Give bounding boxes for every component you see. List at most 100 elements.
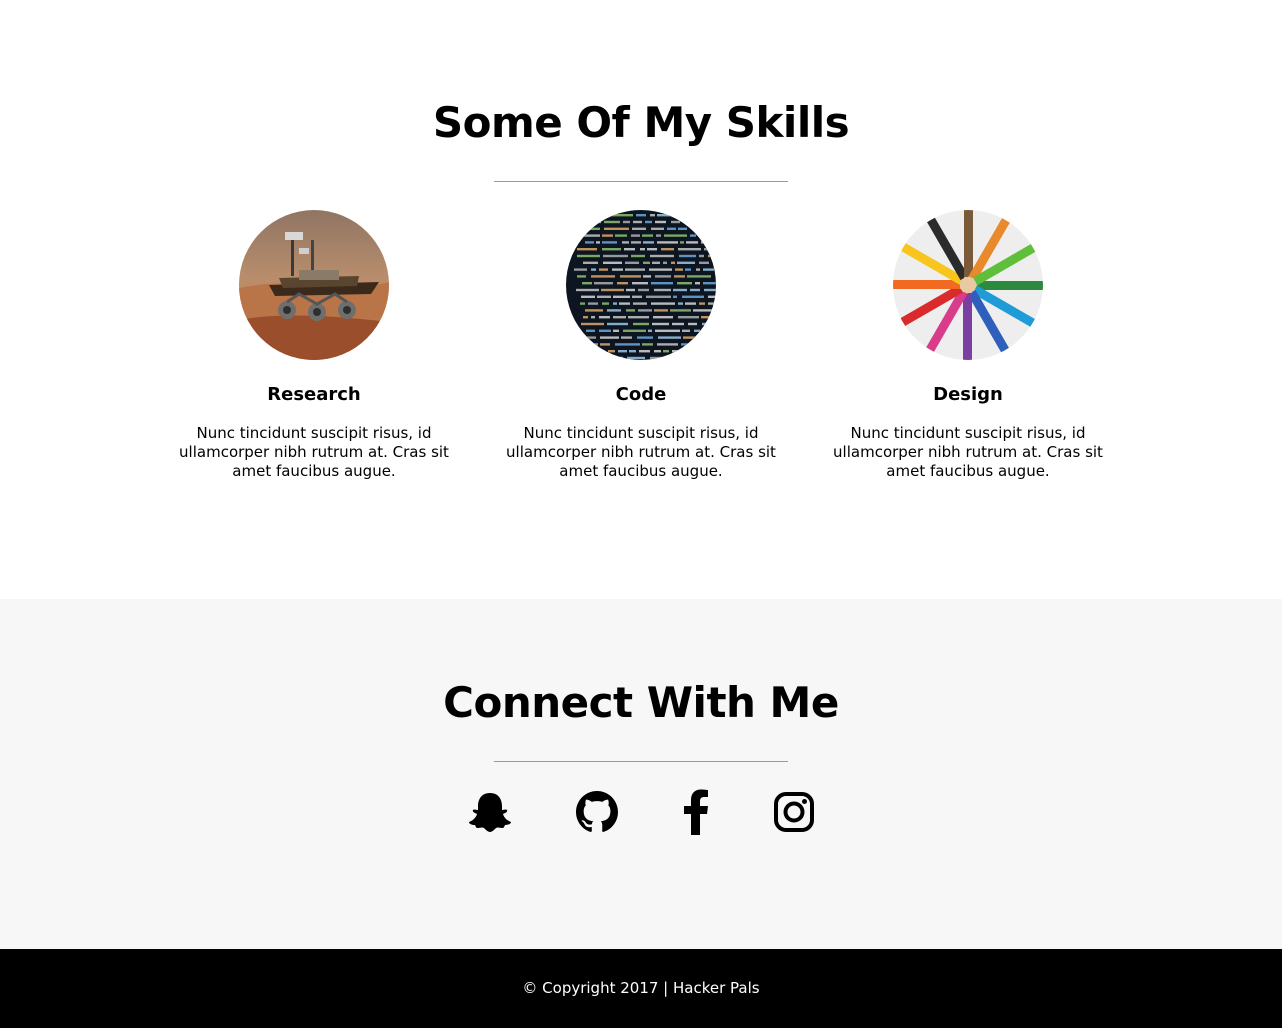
- code-texture-mark: [581, 322, 604, 326]
- code-texture-mark: [643, 275, 651, 278]
- code-texture-mark: [577, 248, 597, 251]
- code-texture-mark: [637, 336, 653, 339]
- code-texture-mark: [627, 356, 645, 360]
- skill-description: Nunc tincidunt suscipit risus, id ullamc…: [833, 424, 1103, 480]
- code-texture-mark: [596, 241, 600, 244]
- code-texture-mark: [632, 295, 642, 298]
- code-texture-mark: [654, 350, 661, 353]
- code-texture-mark: [642, 234, 653, 237]
- code-texture-mark: [585, 309, 603, 312]
- code-texture-mark: [678, 302, 683, 305]
- skill-title: Research: [267, 384, 361, 405]
- code-texture-mark: [603, 254, 628, 258]
- footer: © Copyright 2017 | Hacker Pals: [0, 949, 1282, 1028]
- code-texture-mark: [604, 220, 620, 224]
- code-texture-mark: [617, 282, 628, 285]
- code-texture-mark: [581, 295, 595, 298]
- code-texture-mark: [631, 241, 641, 244]
- code-texture-mark: [680, 241, 684, 244]
- code-texture-mark: [657, 214, 675, 217]
- code-texture-mark: [577, 275, 586, 278]
- code-texture-mark: [681, 343, 702, 346]
- code-texture-mark: [648, 329, 652, 332]
- connect-section: Connect With Me: [0, 599, 1282, 949]
- skill-title: Design: [933, 384, 1003, 405]
- code-texture-mark: [618, 350, 627, 353]
- code-texture-mark: [591, 268, 596, 271]
- code-texture-mark: [576, 220, 601, 224]
- instagram-icon[interactable]: [771, 789, 817, 835]
- code-texture-mark: [695, 282, 700, 285]
- code-texture-mark: [602, 234, 613, 237]
- code-texture-mark: [585, 241, 594, 244]
- code-texture-mark: [694, 329, 700, 332]
- facebook-icon[interactable]: [673, 789, 719, 835]
- code-texture-mark: [691, 350, 713, 353]
- code-texture-mark: [693, 309, 713, 312]
- code-texture-mark: [686, 241, 698, 244]
- code-texture-mark: [690, 288, 700, 292]
- code-texture-mark: [673, 295, 677, 298]
- code-texture-mark: [591, 316, 595, 319]
- code-texture-mark: [654, 288, 671, 292]
- code-texture-mark: [623, 220, 630, 224]
- code-texture-mark: [655, 275, 671, 278]
- code-texture-mark: [687, 275, 711, 278]
- code-texture-mark: [696, 268, 700, 271]
- code-texture-mark: [713, 261, 716, 264]
- code-texture-mark: [701, 241, 714, 244]
- code-texture-mark: [703, 329, 709, 332]
- skill-title: Code: [615, 384, 667, 405]
- code-texture-mark: [655, 329, 680, 332]
- page: Some Of My Skills Research Nunc tincidun…: [0, 0, 1282, 1028]
- code-texture-mark: [651, 302, 675, 305]
- code-texture-mark: [674, 275, 685, 278]
- code-texture-mark: [604, 227, 629, 230]
- code-texture-mark: [602, 248, 621, 251]
- code-texture-mark: [652, 261, 660, 264]
- code-texture-mark: [654, 309, 668, 312]
- code-texture-mark: [657, 343, 678, 346]
- code-texture-mark: [650, 214, 655, 217]
- code-texture-mark: [671, 261, 675, 264]
- code-texture-mark: [695, 214, 716, 217]
- code-texture-mark: [679, 254, 696, 258]
- code-texture-mark: [673, 288, 687, 292]
- code-texture-mark: [574, 343, 598, 346]
- code-texture-mark: [577, 214, 593, 217]
- code-texture-mark: [599, 329, 611, 332]
- connect-divider: [494, 761, 788, 762]
- code-texture-mark: [650, 254, 674, 258]
- code-texture-mark: [613, 295, 630, 298]
- code-texture-mark: [595, 214, 608, 217]
- code-texture-mark: [699, 254, 704, 258]
- code-texture-mark: [568, 350, 589, 353]
- code-texture-mark: [678, 316, 699, 319]
- skills-divider: [494, 181, 788, 182]
- code-texture-mark: [612, 268, 623, 271]
- code-texture-mark: [594, 282, 613, 285]
- code-texture-mark: [661, 248, 674, 251]
- code-texture-mark: [652, 322, 669, 326]
- skill-card-design: Design Nunc tincidunt suscipit risus, id…: [818, 210, 1118, 481]
- code-texture-mark: [672, 356, 690, 360]
- code-texture-mark: [678, 227, 687, 230]
- code-texture-mark: [692, 227, 716, 230]
- code-texture-mark: [688, 322, 697, 326]
- code-texture-mark: [655, 220, 666, 224]
- snapchat-icon[interactable]: [467, 789, 513, 835]
- code-texture-mark: [695, 356, 716, 360]
- skill-card-code: Code Nunc tincidunt suscipit risus, id u…: [491, 210, 791, 481]
- code-texture-mark: [704, 288, 716, 292]
- code-texture-mark: [708, 302, 716, 305]
- code-texture-mark: [583, 316, 588, 319]
- code-texture-mark: [640, 248, 645, 251]
- code-texture-mark: [607, 322, 628, 326]
- code-texture-mark: [597, 295, 611, 298]
- code-texture-mark: [587, 227, 600, 230]
- code-texture-mark: [624, 248, 635, 251]
- code-texture-mark: [628, 316, 649, 319]
- code-texture-mark: [650, 356, 669, 360]
- github-icon[interactable]: [574, 789, 620, 835]
- research-image: [239, 210, 389, 360]
